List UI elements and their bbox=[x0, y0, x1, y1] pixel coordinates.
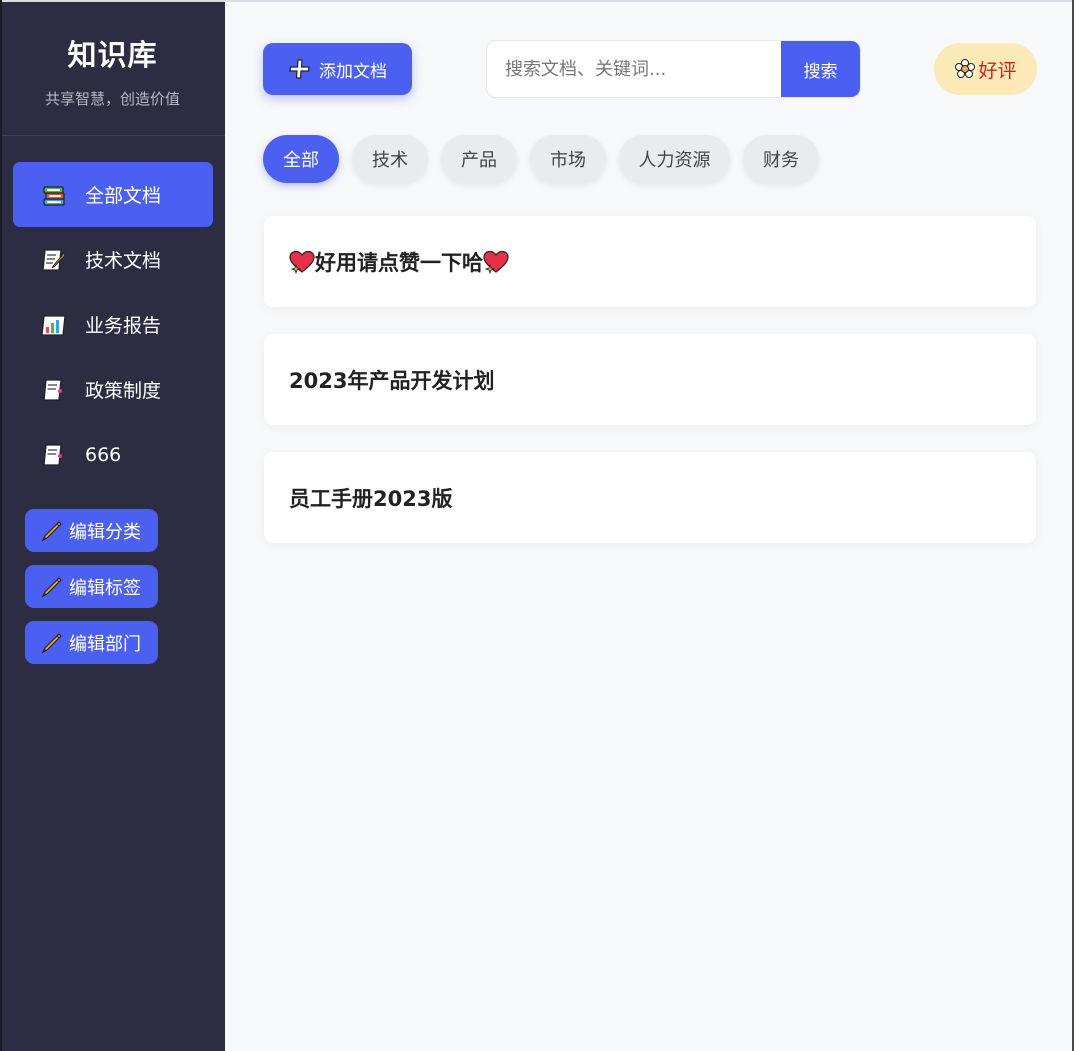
sidebar-item-tech-docs[interactable]: 技术文档 bbox=[13, 227, 213, 292]
good-review-label: 好评 bbox=[978, 59, 1017, 82]
sidebar-item-all-docs[interactable]: 全部文档 bbox=[13, 162, 213, 227]
sidebar-nav: 全部文档 技术文档 业务报告 政策制度 666 bbox=[0, 136, 225, 487]
pencil-icon bbox=[41, 632, 62, 653]
edit-categories-button[interactable]: 编辑分类 bbox=[25, 509, 158, 552]
sidebar-item-label: 技术文档 bbox=[85, 250, 162, 272]
edit-departments-button[interactable]: 编辑部门 bbox=[25, 621, 158, 664]
brand-title: 知识库 bbox=[67, 38, 158, 72]
edit-tags-button[interactable]: 编辑标签 bbox=[25, 565, 158, 608]
plus-icon bbox=[289, 59, 310, 79]
sidebar-item-business-reports[interactable]: 业务报告 bbox=[13, 292, 213, 357]
sidebar-item-label: 业务报告 bbox=[85, 315, 162, 337]
document-title-text: 好用请点赞一下哈 bbox=[315, 250, 483, 275]
flower-icon bbox=[955, 59, 976, 78]
sparkling-heart-icon bbox=[289, 250, 315, 274]
document-title: 2023年产品开发计划 bbox=[289, 368, 495, 393]
sidebar-item-label: 政策制度 bbox=[85, 380, 162, 402]
document-list: 好用请点赞一下哈 2023年产品开发计划 员工手册2023版 bbox=[264, 216, 1036, 570]
document-title: 员工手册2023版 bbox=[289, 486, 453, 511]
tag-all[interactable]: 全部 bbox=[263, 135, 339, 183]
sidebar: 知识库 共享智慧，创造价值 全部文档 技术文档 业务报告 政策制度 666 编辑… bbox=[0, 2, 225, 1051]
pencil-icon bbox=[41, 576, 62, 597]
document-title: 好用请点赞一下哈 bbox=[289, 247, 509, 277]
search-input[interactable] bbox=[487, 41, 781, 97]
tag-filter-bar: 全部 技术 产品 市场 人力资源 财务 bbox=[263, 135, 832, 183]
tag-market[interactable]: 市场 bbox=[530, 135, 606, 183]
document-icon bbox=[40, 441, 68, 469]
window-left-border bbox=[0, 0, 2, 1051]
search-box: 搜索 bbox=[486, 40, 861, 98]
sidebar-item-label: 666 bbox=[85, 443, 122, 466]
edit-button-label: 编辑部门 bbox=[69, 633, 141, 655]
bar-chart-icon bbox=[40, 311, 68, 339]
tag-hr[interactable]: 人力资源 bbox=[619, 135, 730, 183]
pencil-icon bbox=[41, 520, 62, 541]
brand-subtitle: 共享智慧，创造价值 bbox=[44, 90, 180, 108]
document-icon bbox=[40, 376, 68, 404]
sidebar-item-policies[interactable]: 政策制度 bbox=[13, 357, 213, 422]
tag-product[interactable]: 产品 bbox=[441, 135, 517, 183]
brand: 知识库 共享智慧，创造价值 bbox=[0, 2, 225, 136]
edit-button-label: 编辑分类 bbox=[69, 521, 141, 543]
sparkling-heart-icon bbox=[483, 250, 509, 274]
document-card[interactable]: 好用请点赞一下哈 bbox=[264, 216, 1036, 307]
sidebar-item-label: 全部文档 bbox=[85, 185, 162, 207]
tag-finance[interactable]: 财务 bbox=[743, 135, 819, 183]
sidebar-item-666[interactable]: 666 bbox=[13, 422, 213, 487]
add-document-label: 添加文档 bbox=[319, 61, 387, 82]
good-review-button[interactable]: 好评 bbox=[934, 43, 1037, 95]
search-button[interactable]: 搜索 bbox=[781, 41, 860, 97]
add-document-button[interactable]: 添加文档 bbox=[263, 43, 412, 95]
tag-tech[interactable]: 技术 bbox=[352, 135, 428, 183]
document-card[interactable]: 员工手册2023版 bbox=[264, 452, 1036, 543]
memo-icon bbox=[40, 246, 68, 274]
edit-button-group: 编辑分类 编辑标签 编辑部门 bbox=[0, 487, 225, 664]
document-card[interactable]: 2023年产品开发计划 bbox=[264, 334, 1036, 425]
books-icon bbox=[40, 181, 68, 209]
edit-button-label: 编辑标签 bbox=[69, 577, 141, 599]
